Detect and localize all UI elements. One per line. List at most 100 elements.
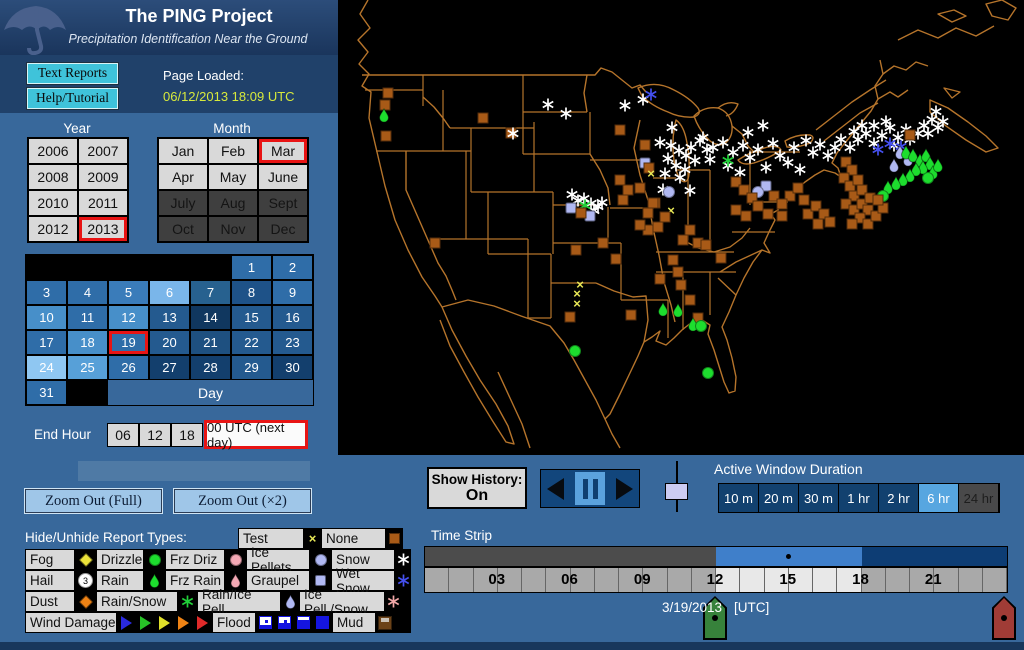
- legend-wind0-icon[interactable]: [117, 612, 136, 633]
- legend-wind4-icon[interactable]: [193, 612, 212, 633]
- day-option-14[interactable]: 14: [190, 305, 231, 330]
- legend-label-mud[interactable]: Mud: [333, 613, 375, 632]
- year-option-2007[interactable]: 2007: [78, 138, 128, 164]
- day-option-25[interactable]: 25: [67, 355, 108, 380]
- legend-wind2-icon[interactable]: [155, 612, 174, 633]
- us-precipitation-map[interactable]: ×××××: [338, 0, 1024, 455]
- duration-option-6hr[interactable]: 6 hr: [919, 484, 959, 512]
- hour-cell-10[interactable]: [668, 568, 692, 592]
- day-option-10[interactable]: 10: [26, 305, 67, 330]
- month-option-Mar[interactable]: Mar: [258, 138, 308, 164]
- day-option-2[interactable]: 2: [272, 255, 313, 280]
- year-option-2012[interactable]: 2012: [28, 216, 78, 242]
- pause-icon[interactable]: [575, 472, 605, 505]
- day-option-17[interactable]: 17: [26, 330, 67, 355]
- day-option-31[interactable]: 31: [26, 380, 67, 405]
- end-hour-option-06[interactable]: 06: [107, 423, 139, 447]
- year-option-2009[interactable]: 2009: [78, 164, 128, 190]
- hour-cell-19[interactable]: [886, 568, 910, 592]
- day-option-15[interactable]: 15: [231, 305, 272, 330]
- day-option-29[interactable]: 29: [231, 355, 272, 380]
- legend-label-rain[interactable]: Rain: [97, 571, 143, 590]
- end-hour-option-18[interactable]: 18: [171, 423, 203, 447]
- zoom-out-full-button[interactable]: Zoom Out (Full): [25, 489, 162, 513]
- step-back-icon[interactable]: [547, 478, 564, 500]
- day-option-23[interactable]: 23: [272, 330, 313, 355]
- hour-cell-7[interactable]: [595, 568, 619, 592]
- legend-flood3-icon[interactable]: [313, 612, 332, 633]
- year-option-2006[interactable]: 2006: [28, 138, 78, 164]
- day-option-18[interactable]: 18: [67, 330, 108, 355]
- day-option-8[interactable]: 8: [231, 280, 272, 305]
- legend-ice_snow-icon[interactable]: [385, 591, 401, 612]
- legend-drizzle-icon[interactable]: [144, 549, 165, 570]
- month-option-June[interactable]: June: [258, 164, 308, 190]
- hour-cell-4[interactable]: [522, 568, 546, 592]
- day-option-1[interactable]: 1: [231, 255, 272, 280]
- year-option-2013[interactable]: 2013: [78, 216, 128, 242]
- hour-cell-0[interactable]: [425, 568, 449, 592]
- step-forward-icon[interactable]: [616, 478, 633, 500]
- duration-option-10m[interactable]: 10 m: [719, 484, 759, 512]
- day-option-7[interactable]: 7: [190, 280, 231, 305]
- hour-cell-22[interactable]: [959, 568, 983, 592]
- day-option-11[interactable]: 11: [67, 305, 108, 330]
- hour-cell-1[interactable]: [449, 568, 473, 592]
- zoom-out-x2-button[interactable]: Zoom Out (×2): [174, 489, 311, 513]
- month-option-Feb[interactable]: Feb: [208, 138, 258, 164]
- legend-snow-icon[interactable]: [395, 549, 411, 570]
- day-option-6[interactable]: 6: [149, 280, 190, 305]
- legend-wind3-icon[interactable]: [174, 612, 193, 633]
- legend-label-rain-snow[interactable]: Rain/Snow: [97, 592, 177, 611]
- legend-wet_snow-icon[interactable]: [395, 570, 411, 591]
- speed-slider-handle[interactable]: [665, 483, 688, 500]
- legend-label-wind-damage[interactable]: Wind Damage: [26, 613, 116, 632]
- day-option-22[interactable]: 22: [231, 330, 272, 355]
- show-history-toggle[interactable]: Show History: On: [427, 467, 527, 509]
- legend-label-fog[interactable]: Fog: [26, 550, 74, 569]
- duration-option-1hr[interactable]: 1 hr: [839, 484, 879, 512]
- duration-option-20m[interactable]: 20 m: [759, 484, 799, 512]
- text-reports-button[interactable]: Text Reports: [27, 63, 118, 84]
- legend-label-rain-ice-pell-[interactable]: Rain/Ice Pell.: [198, 592, 280, 611]
- end-hour-next-day-button[interactable]: 00 UTC (next day): [204, 420, 308, 449]
- legend-flood1-icon[interactable]: [275, 612, 294, 633]
- legend-label-ice-pell-snow[interactable]: Ice Pell./Snow: [300, 592, 384, 611]
- day-option-4[interactable]: 4: [67, 280, 108, 305]
- day-option-30[interactable]: 30: [272, 355, 313, 380]
- day-option-28[interactable]: 28: [190, 355, 231, 380]
- legend-label-ice-pellets[interactable]: Ice Pellets: [247, 550, 309, 569]
- hour-cell-23[interactable]: [983, 568, 1007, 592]
- legend-label-dust[interactable]: Dust: [26, 592, 74, 611]
- day-option-20[interactable]: 20: [149, 330, 190, 355]
- legend-label-flood[interactable]: Flood: [213, 613, 255, 632]
- help-tutorial-button[interactable]: Help/Tutorial: [27, 88, 118, 109]
- legend-label-drizzle[interactable]: Drizzle: [97, 550, 143, 569]
- month-option-Apr[interactable]: Apr: [158, 164, 208, 190]
- legend-hail-icon[interactable]: 3: [75, 570, 96, 591]
- day-option-26[interactable]: 26: [108, 355, 149, 380]
- hour-cell-16[interactable]: [813, 568, 837, 592]
- legend-rain_snow-icon[interactable]: [178, 591, 197, 612]
- legend-ice_pellets-icon[interactable]: [310, 549, 331, 570]
- day-option-12[interactable]: 12: [108, 305, 149, 330]
- month-option-May[interactable]: May: [208, 164, 258, 190]
- month-option-Jan[interactable]: Jan: [158, 138, 208, 164]
- legend-none-icon[interactable]: [386, 528, 403, 549]
- day-option-21[interactable]: 21: [190, 330, 231, 355]
- window-end-marker[interactable]: [992, 596, 1016, 640]
- legend-flood2-icon[interactable]: [294, 612, 313, 633]
- year-option-2011[interactable]: 2011: [78, 190, 128, 216]
- legend-rain_ice-icon[interactable]: [281, 591, 299, 612]
- duration-option-2hr[interactable]: 2 hr: [879, 484, 919, 512]
- day-option-13[interactable]: 13: [149, 305, 190, 330]
- hour-cell-13[interactable]: [740, 568, 764, 592]
- legend-flood0-icon[interactable]: [256, 612, 275, 633]
- time-strip-window-band[interactable]: [424, 546, 1008, 567]
- legend-dust-icon[interactable]: [75, 591, 96, 612]
- legend-label-frz-driz[interactable]: Frz Driz: [166, 550, 224, 569]
- year-option-2008[interactable]: 2008: [28, 164, 78, 190]
- year-option-2010[interactable]: 2010: [28, 190, 78, 216]
- day-option-5[interactable]: 5: [108, 280, 149, 305]
- legend-mud-icon[interactable]: [376, 612, 394, 633]
